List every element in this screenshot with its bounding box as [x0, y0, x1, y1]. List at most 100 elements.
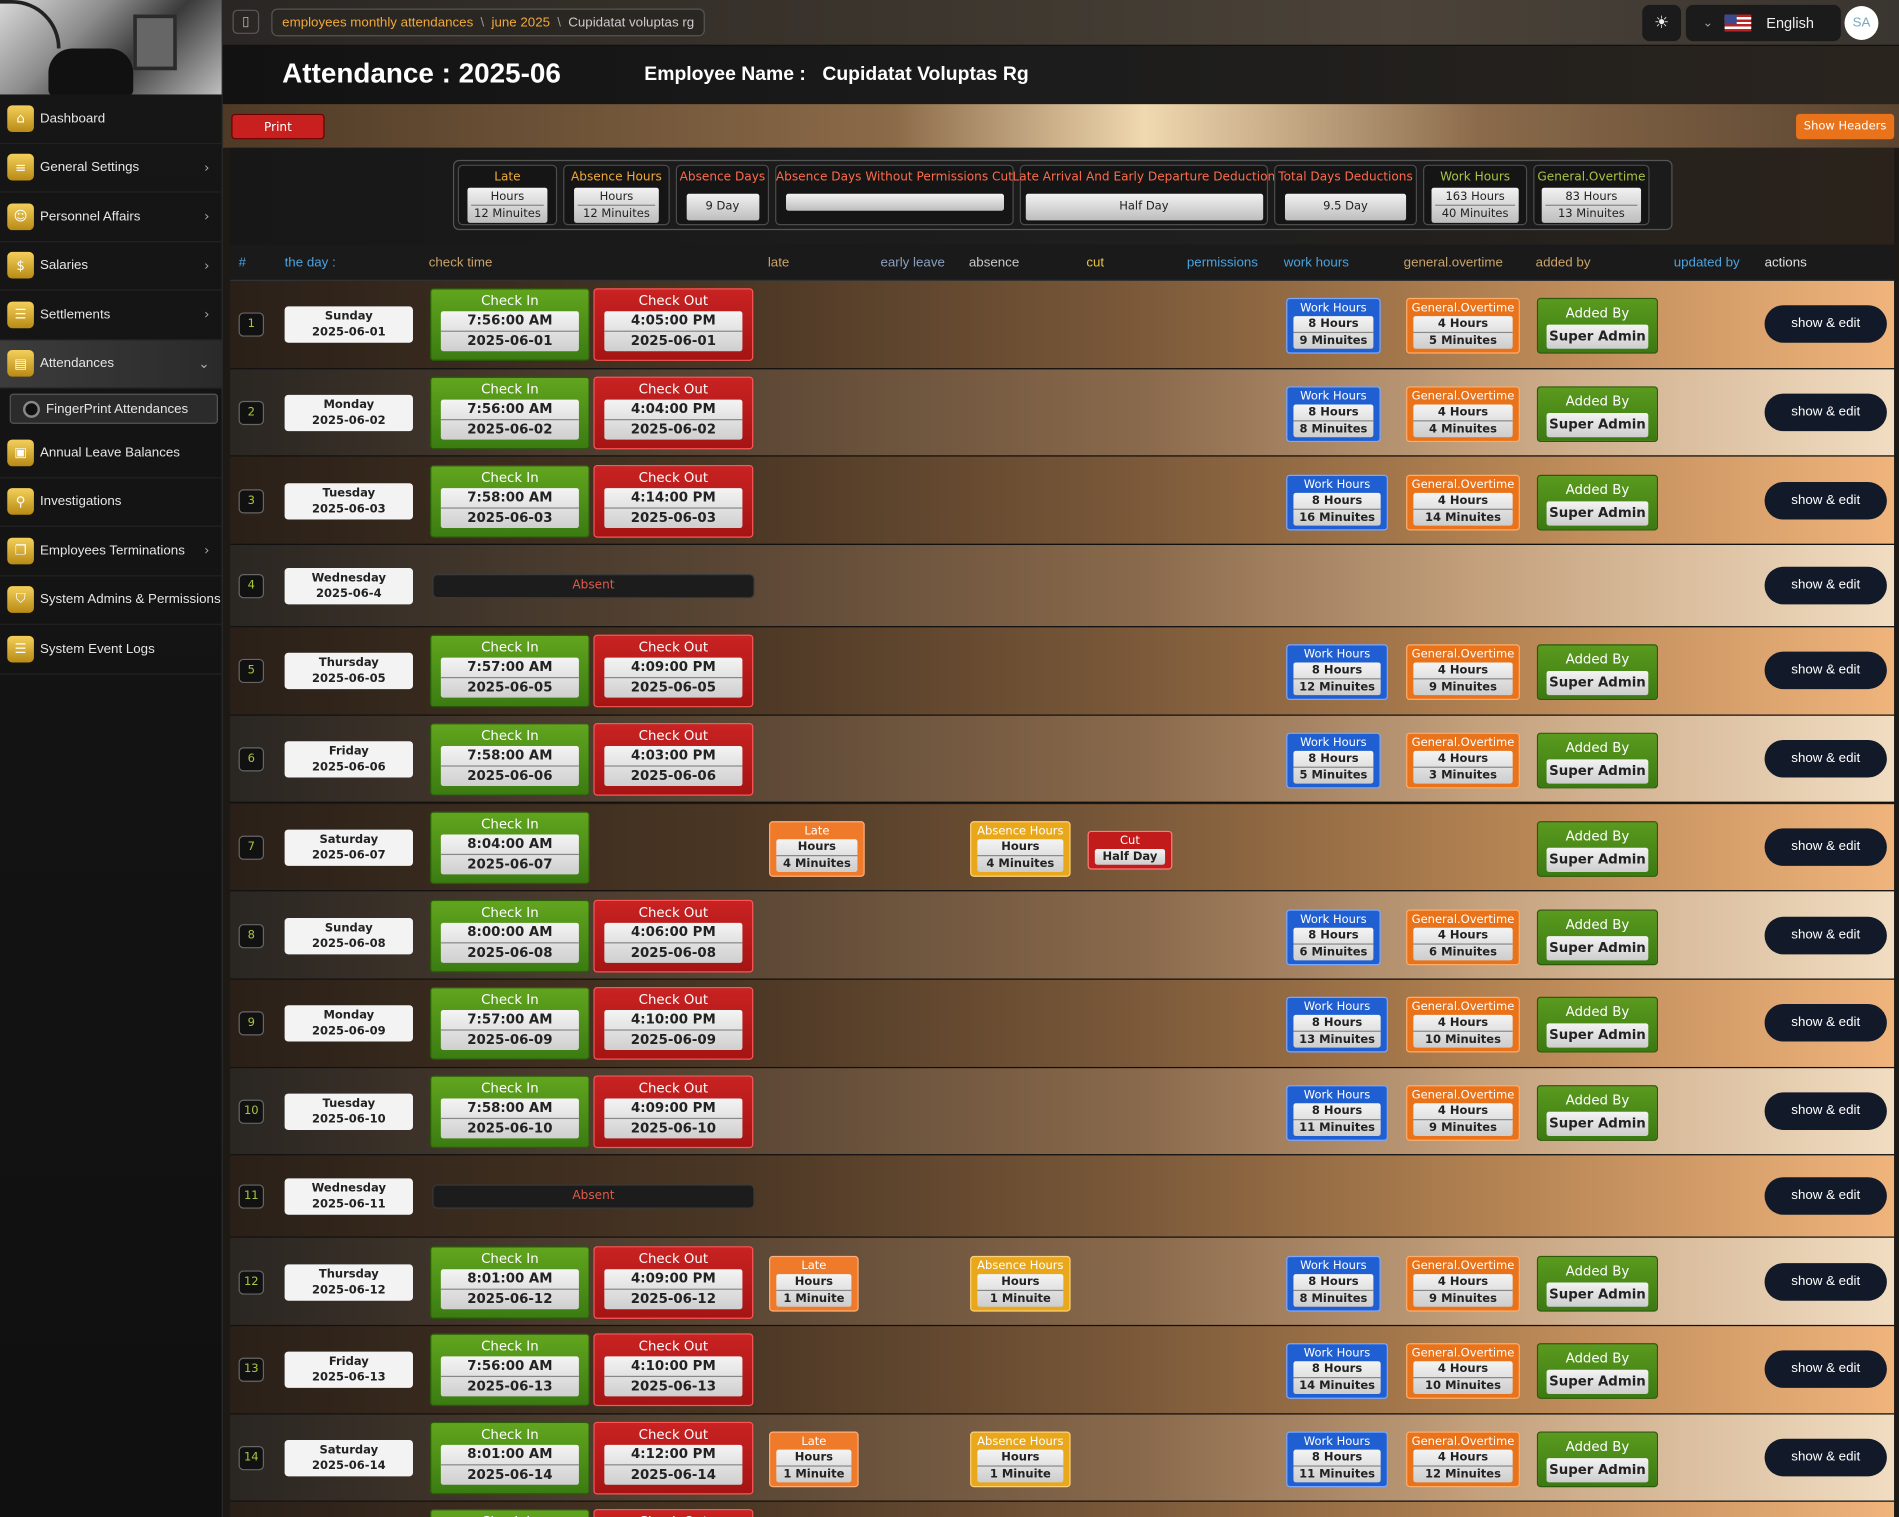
column-header-index: #: [238, 255, 247, 271]
check-out-card: Check Out: [593, 1509, 754, 1517]
overtime-badge: General.Overtime 4 Hours 9 Minuites: [1406, 1255, 1520, 1312]
show-headers-button[interactable]: Show Headers: [1796, 113, 1895, 140]
show-edit-button[interactable]: show & edit: [1764, 393, 1887, 432]
sidebar-item-attendances[interactable]: ▤ Attendances ⌄: [0, 339, 222, 389]
work-hours-badge-title: Work Hours: [1300, 912, 1367, 926]
work-hours-badge-title: Work Hours: [1300, 301, 1367, 316]
day-name: Thursday: [318, 656, 379, 671]
overtime-badge-line: 10 Minuites: [1413, 1377, 1513, 1394]
show-edit-button[interactable]: show & edit: [1764, 305, 1887, 344]
check-out-date: 2025-06-13: [604, 1376, 743, 1397]
sidebar-item-system-event-logs[interactable]: ☰ System Event Logs: [0, 625, 222, 674]
check-in-value: 8:01:00 AM 2025-06-14: [440, 1444, 579, 1485]
work-hours-badge: Work Hours 8 Hours 11 Minuites: [1286, 1431, 1388, 1488]
column-header-absence: absence: [968, 255, 1020, 271]
work-hours-badge-value: 8 Hours 11 Minuites: [1293, 1449, 1381, 1483]
show-edit-button[interactable]: show & edit: [1764, 1092, 1887, 1130]
summary-value-line: 12 Minuites: [471, 204, 544, 222]
check-out-time: 4:10:00 PM: [631, 1011, 716, 1028]
show-edit-button[interactable]: show & edit: [1764, 828, 1887, 866]
absence-hours-badge-value: Hours 4 Minuites: [977, 839, 1064, 872]
work-hours-badge-title: Work Hours: [1303, 478, 1371, 492]
check-in-date: 2025-06-13: [440, 1376, 579, 1397]
app-root: ⌂ Dashboard ≡ General Settings › ☺ Personnel A…: [0, 0, 1899, 1517]
work-hours-badge-value: 8 Hours 14 Minuites: [1293, 1361, 1381, 1395]
sidebar-item-annual-leave-balances[interactable]: ▣ Annual Leave Balances: [0, 429, 222, 478]
sidebar-item-employees-terminations[interactable]: ❐ Employees Terminations ›: [0, 527, 222, 576]
show-edit-button[interactable]: show & edit: [1764, 1177, 1887, 1216]
late-badge-value: Hours 1 Minuite: [776, 1449, 852, 1483]
print-button[interactable]: Print: [231, 113, 325, 140]
breadcrumb-link-month[interactable]: june 2025: [491, 15, 550, 30]
column-header-early-leave: early leave: [880, 255, 945, 271]
summary-card-title: Absence Hours: [571, 170, 662, 185]
overtime-badge-line: 4 Hours: [1437, 1104, 1489, 1118]
check-in-title: Check In: [481, 381, 539, 398]
overtime-badge: General.Overtime 4 Hours 12 Minuites: [1406, 1431, 1520, 1488]
overtime-badge-line: 5 Minuites: [1413, 332, 1513, 349]
day-date: 2025-06-10: [311, 1112, 386, 1127]
show-edit-button[interactable]: show & edit: [1764, 481, 1887, 520]
check-out-time: 4:03:00 PM: [631, 747, 716, 764]
day-cell: Thursday 2025-06-12: [284, 1263, 413, 1301]
sidebar-item-investigations[interactable]: ⚲ Investigations: [0, 478, 222, 527]
summary-card-title: Work Hours: [1440, 170, 1511, 185]
sidebar-item-general-settings[interactable]: ≡ General Settings ›: [0, 144, 222, 193]
check-out-date: 2025-06-06: [604, 765, 743, 787]
work-hours-badge-title: Work Hours: [1300, 1259, 1367, 1273]
work-hours-badge-value: 8 Hours 6 Minuites: [1293, 927, 1374, 960]
show-edit-button[interactable]: show & edit: [1764, 1262, 1887, 1301]
avatar[interactable]: SA: [1844, 6, 1879, 40]
overtime-badge-value: 4 Hours 12 Minuites: [1413, 1449, 1513, 1483]
show-edit-button[interactable]: show & edit: [1764, 1004, 1887, 1042]
sidebar-subitem-fingerprint-attendances[interactable]: FingerPrint Attendances: [9, 393, 218, 424]
check-in-title: Check In: [481, 992, 539, 1008]
day-cell: Monday 2025-06-02: [284, 394, 413, 432]
sidebar-item-settlements[interactable]: ☰ Settlements ›: [0, 291, 222, 340]
overtime-badge-value: 4 Hours 5 Minuites: [1413, 316, 1513, 350]
show-edit-button[interactable]: show & edit: [1764, 1438, 1887, 1477]
work-hours-badge: Work Hours 8 Hours 13 Minuites: [1286, 997, 1388, 1053]
table-row: 6 Friday 2025-06-06 Check In 7:58:00 AM 2025-…: [230, 715, 1895, 804]
overtime-badge: General.Overtime 4 Hours 10 Minuites: [1406, 997, 1520, 1053]
overtime-badge: General.Overtime 4 Hours 9 Minuites: [1406, 1085, 1520, 1141]
check-in-card: Check In 8:00:00 AM 2025-06-08: [429, 899, 590, 972]
sidebar-item-salaries[interactable]: $ Salaries ›: [0, 242, 222, 291]
work-hours-badge: Work Hours 8 Hours 12 Minuites: [1286, 644, 1388, 701]
late-badge-line: 1 Minuite: [776, 1289, 852, 1306]
theme-toggle-sun-icon[interactable]: ☀: [1642, 4, 1682, 42]
table-row: 3 Tuesday 2025-06-03 Check In 7:58:00 AM 2025…: [230, 457, 1895, 546]
day-cell: Sunday 2025-06-01: [284, 306, 413, 344]
overtime-badge-line: 12 Minuites: [1413, 1465, 1513, 1482]
search-icon: ⚲: [7, 488, 34, 516]
day-name: Tuesday: [322, 1097, 376, 1111]
day-cell: Saturday 2025-06-07: [284, 829, 413, 866]
show-edit-button[interactable]: show & edit: [1764, 566, 1887, 605]
file-icon: ❐: [7, 537, 34, 565]
check-in-title: Check In: [481, 1250, 539, 1267]
check-out-time: 4:09:00 PM: [631, 1270, 716, 1286]
breadcrumb-current: Cupidatat voluptas rg: [568, 15, 695, 30]
check-in-time: 7:56:00 AM: [467, 312, 553, 329]
breadcrumb-link-monthly[interactable]: employees monthly attendances: [282, 15, 473, 30]
show-edit-button[interactable]: show & edit: [1764, 1350, 1887, 1389]
check-in-value: 8:01:00 AM 2025-06-12: [440, 1268, 579, 1309]
sidebar-item-system-admins-permissions[interactable]: ⛉ System Admins & Permissions: [0, 576, 222, 625]
added-by-badge: Added By Super Admin: [1536, 1343, 1658, 1400]
sidebar-item-dashboard[interactable]: ⌂ Dashboard: [0, 94, 222, 144]
show-edit-button[interactable]: show & edit: [1764, 916, 1887, 954]
breadcrumb-separator: \: [557, 15, 562, 30]
work-hours-badge-value: 8 Hours 8 Minuites: [1293, 404, 1374, 438]
show-edit-button[interactable]: show & edit: [1764, 740, 1887, 778]
absence-hours-badge: Absence Hours Hours 1 Minuite: [970, 1255, 1071, 1312]
language-select[interactable]: ⌄ English: [1685, 4, 1841, 42]
overtime-badge-title: General.Overtime: [1411, 1259, 1515, 1273]
check-in-time: 8:01:00 AM: [467, 1446, 553, 1462]
check-out-card: Check Out 4:06:00 PM 2025-06-08: [593, 899, 754, 972]
show-edit-button[interactable]: show & edit: [1764, 652, 1887, 690]
sidebar-toggle-icon[interactable]: ▯: [232, 9, 260, 34]
late-badge: Late Hours 1 Minuite: [769, 1255, 859, 1312]
sidebar-item-personnel-affairs[interactable]: ☺ Personnel Affairs ›: [0, 193, 222, 242]
day-date: 2025-06-01: [311, 326, 386, 340]
day-name: Thursday: [318, 1267, 379, 1281]
